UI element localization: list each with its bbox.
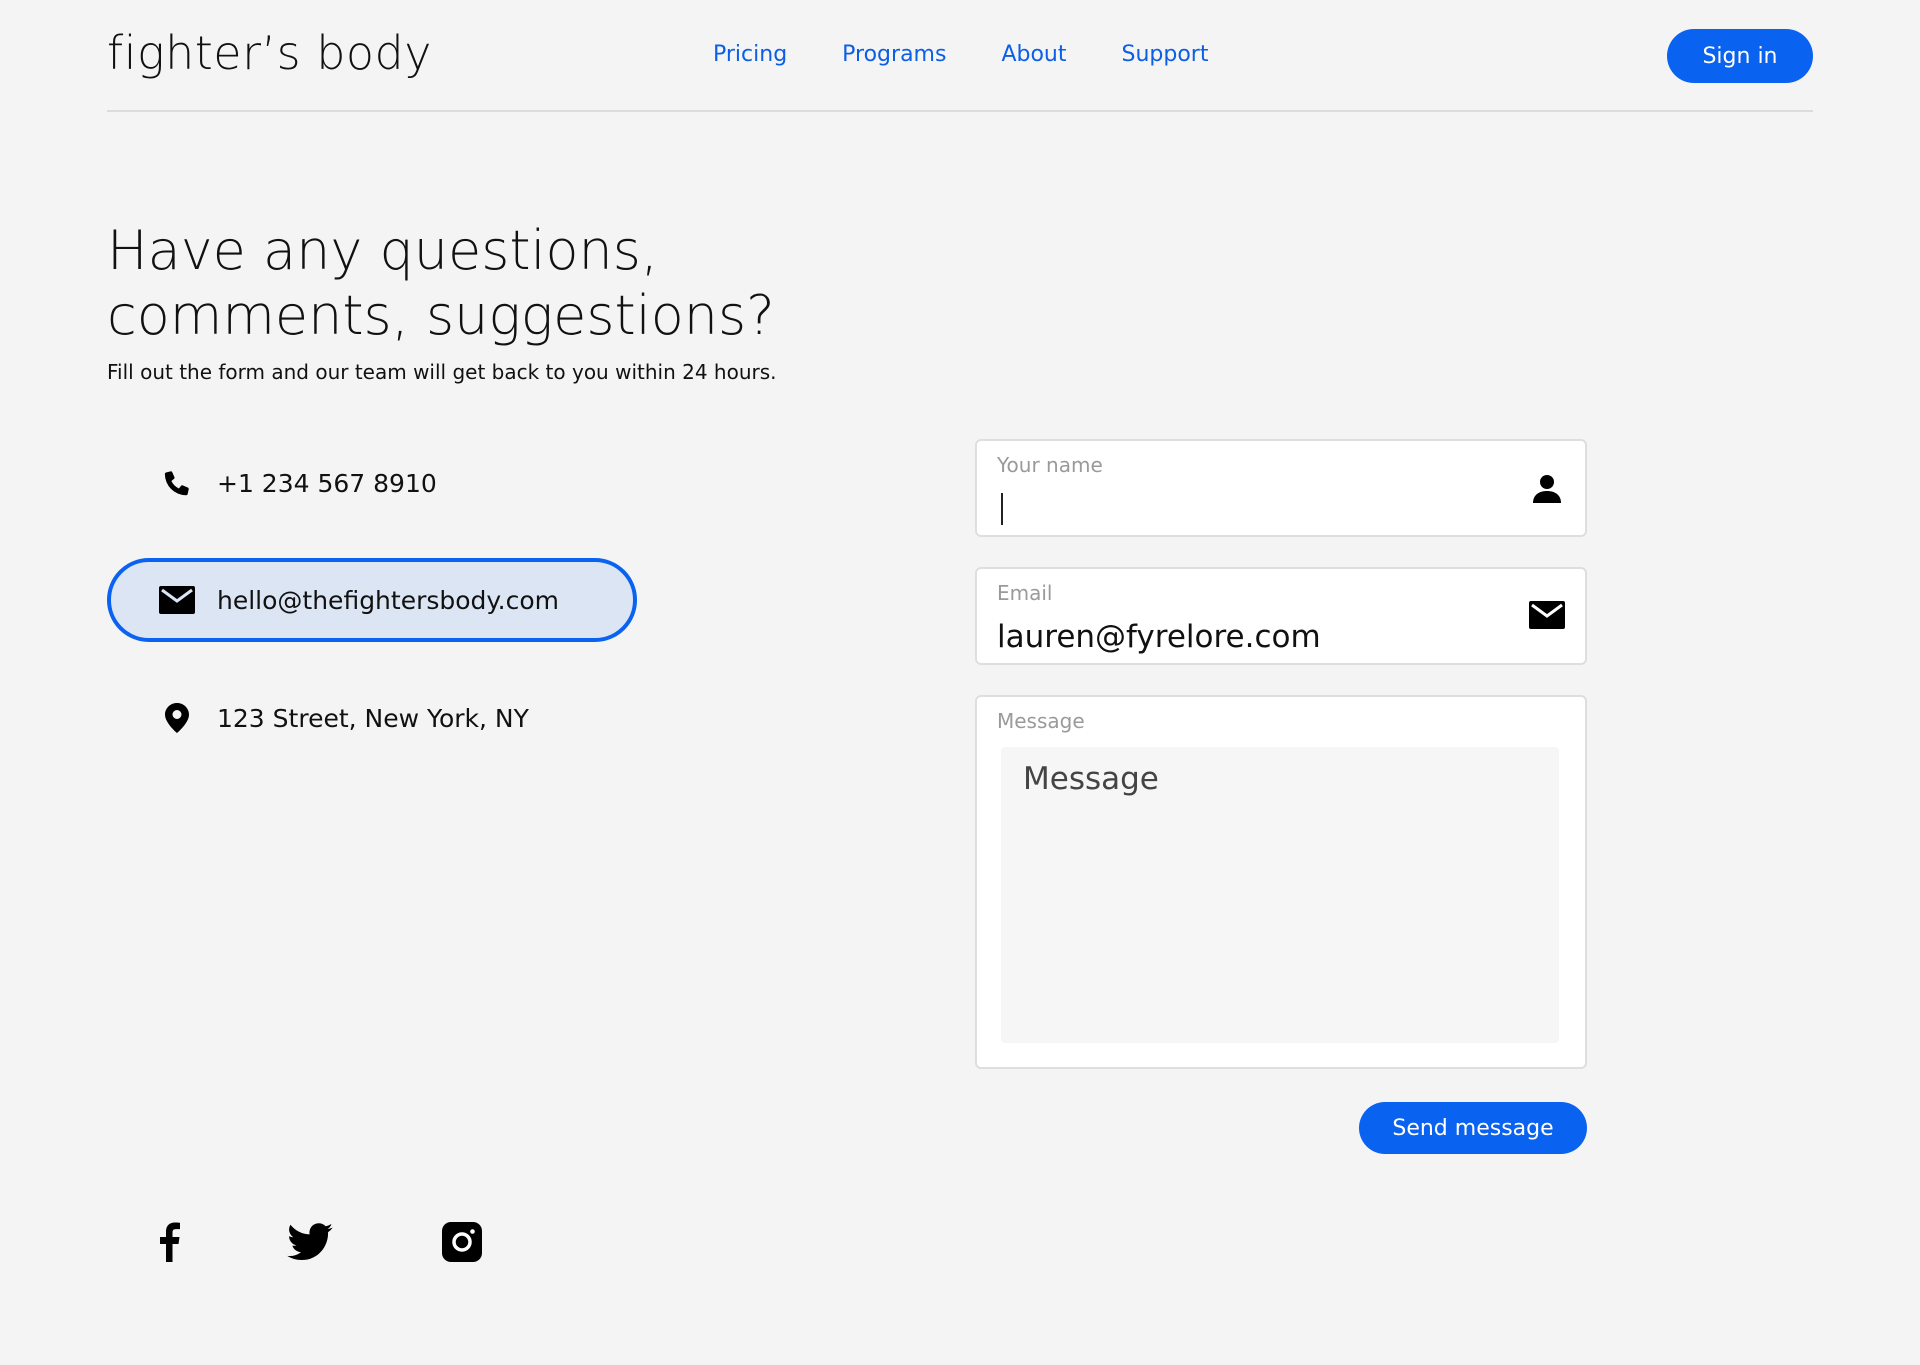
message-label: Message bbox=[997, 709, 1085, 733]
contact-phone[interactable]: +1 234 567 8910 bbox=[107, 441, 637, 525]
street-address: 123 Street, New York, NY bbox=[217, 703, 529, 733]
page-subtitle: Fill out the form and our team will get … bbox=[107, 360, 777, 384]
message-field: Message bbox=[975, 695, 1587, 1069]
instagram-icon[interactable] bbox=[439, 1219, 485, 1265]
email-field[interactable]: Email lauren@fyrelore.com bbox=[975, 567, 1587, 665]
location-pin-icon bbox=[159, 700, 195, 736]
phone-icon bbox=[159, 465, 195, 501]
twitter-icon[interactable] bbox=[287, 1219, 333, 1265]
contact-page: fighter’s body Pricing Programs About Su… bbox=[0, 0, 1920, 1365]
nav-support[interactable]: Support bbox=[1122, 42, 1209, 67]
sign-in-button[interactable]: Sign in bbox=[1667, 29, 1813, 83]
main-nav: Pricing Programs About Support bbox=[713, 42, 1208, 67]
name-label: Your name bbox=[997, 453, 1103, 477]
phone-number: +1 234 567 8910 bbox=[217, 468, 437, 498]
nav-about[interactable]: About bbox=[1001, 42, 1066, 67]
email-input-value[interactable]: lauren@fyrelore.com bbox=[997, 619, 1497, 655]
contact-address[interactable]: 123 Street, New York, NY bbox=[107, 676, 637, 760]
text-caret bbox=[1001, 493, 1003, 525]
page-title-line-2: comments, suggestions? bbox=[107, 284, 775, 347]
send-message-button[interactable]: Send message bbox=[1359, 1102, 1587, 1154]
header: fighter’s body Pricing Programs About Su… bbox=[107, 0, 1813, 112]
brand-logo[interactable]: fighter’s body bbox=[107, 26, 432, 80]
facebook-icon[interactable] bbox=[146, 1219, 192, 1265]
mail-icon bbox=[1529, 600, 1565, 636]
email-label: Email bbox=[997, 581, 1053, 605]
nav-pricing[interactable]: Pricing bbox=[713, 42, 787, 67]
nav-programs[interactable]: Programs bbox=[842, 42, 946, 67]
person-icon bbox=[1529, 471, 1565, 507]
page-title-line-1: Have any questions, bbox=[107, 219, 659, 282]
message-input[interactable] bbox=[1001, 747, 1559, 1043]
name-field[interactable]: Your name bbox=[975, 439, 1587, 537]
mail-icon bbox=[159, 582, 195, 618]
page-title: Have any questions, comments, suggestion… bbox=[107, 218, 1007, 348]
contact-email[interactable]: hello@thefightersbody.com bbox=[107, 558, 637, 642]
email-address: hello@thefightersbody.com bbox=[217, 585, 559, 615]
